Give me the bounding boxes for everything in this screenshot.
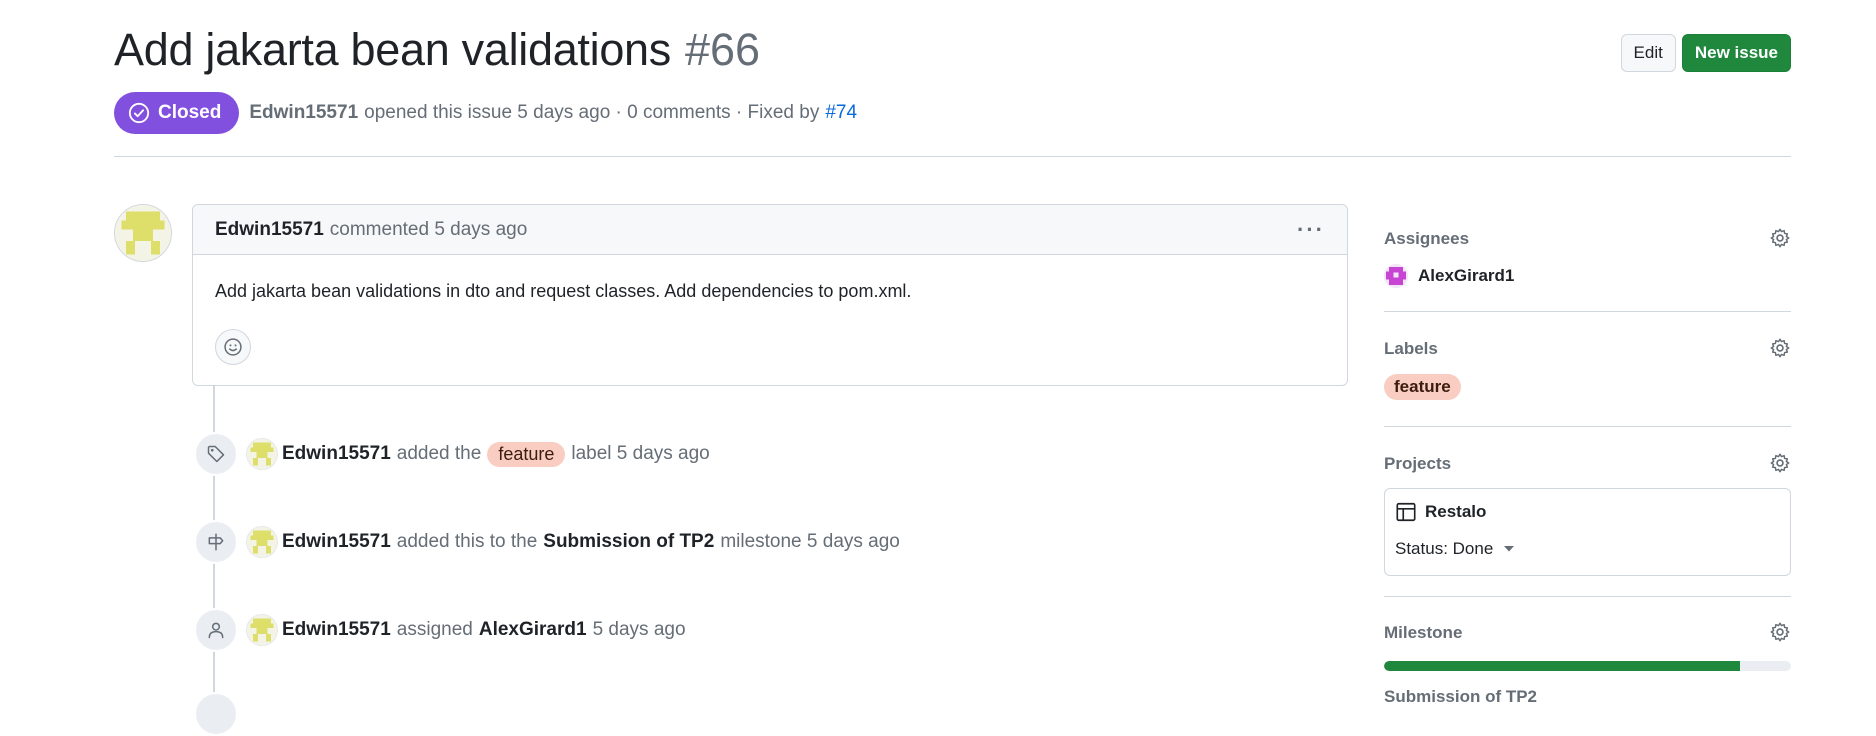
issue-meta: Closed Edwin15571 opened this issue 5 da… <box>114 92 857 134</box>
gear-icon[interactable] <box>1769 337 1791 359</box>
milestone-name-link[interactable]: Submission of TP2 <box>1384 687 1537 707</box>
status-badge: Closed <box>114 92 240 134</box>
event-text: assigned <box>396 619 473 640</box>
issue-number: #66 <box>684 24 761 75</box>
timeline-label-event: Edwin15571 added the feature label 5 day… <box>194 432 710 476</box>
triangle-down-icon <box>1504 546 1515 552</box>
assignee-name: AlexGirard1 <box>1418 266 1515 285</box>
timeline-next-icon <box>194 692 238 736</box>
assignee-item[interactable]: AlexGirard1 <box>1384 264 1514 288</box>
comment-meta[interactable]: commented 5 days ago <box>330 219 528 241</box>
timeline-assign-event: Edwin15571 assigned AlexGirard1 5 days a… <box>194 608 686 652</box>
issue-title-row: Add jakarta bean validations #66 <box>114 24 760 76</box>
event-author-link[interactable]: Edwin15571 <box>282 531 391 553</box>
tag-icon <box>194 432 238 476</box>
issue-sidebar: Assignees AlexGirard1 Labels feature Pro… <box>1384 204 1791 717</box>
header-actions: Edit New issue <box>1620 34 1791 72</box>
event-author-link[interactable]: Edwin15571 <box>282 443 391 465</box>
comment-header: Edwin15571 commented 5 days ago ··· <box>193 205 1347 255</box>
issue-author-link[interactable]: Edwin15571 <box>249 102 358 124</box>
project-link[interactable]: Restalo <box>1395 501 1780 523</box>
avatar <box>1384 264 1408 288</box>
label-feature[interactable]: feature <box>487 441 566 467</box>
project-status-dropdown[interactable]: Status: Done <box>1395 539 1780 559</box>
table-icon <box>1396 502 1416 522</box>
avatar[interactable] <box>114 204 172 262</box>
milestone-progress-fill <box>1384 661 1741 671</box>
event-text: 5 days ago <box>592 619 686 640</box>
sidebar-projects: Projects Restalo Status: Done <box>1384 427 1791 597</box>
avatar[interactable] <box>246 438 278 470</box>
gear-icon[interactable] <box>1769 621 1791 643</box>
gear-icon[interactable] <box>1769 227 1791 249</box>
header-divider <box>114 156 1791 157</box>
add-reaction-button[interactable] <box>215 329 251 365</box>
avatar[interactable] <box>246 526 278 558</box>
projects-title[interactable]: Projects <box>1384 454 1451 474</box>
issue-opened-text: opened this issue 5 days ago · 0 comment… <box>364 102 820 123</box>
event-author-link[interactable]: Edwin15571 <box>282 619 391 641</box>
comment-author-link[interactable]: Edwin15571 <box>215 219 324 241</box>
edit-button[interactable]: Edit <box>1620 34 1676 72</box>
sidebar-labels: Labels feature <box>1384 312 1791 427</box>
check-circle-icon <box>128 102 150 124</box>
milestone-title[interactable]: Milestone <box>1384 623 1462 643</box>
issue-page: Add jakarta bean validations #66 Edit Ne… <box>0 0 1876 736</box>
event-text: label 5 days ago <box>571 443 710 464</box>
assignee-link[interactable]: AlexGirard1 <box>479 619 587 641</box>
label-feature[interactable]: feature <box>1384 374 1461 400</box>
labels-title[interactable]: Labels <box>1384 339 1438 359</box>
smiley-icon <box>224 338 242 356</box>
event-text: added this to the <box>396 531 538 552</box>
person-icon <box>194 608 238 652</box>
milestone-progress-bar <box>1384 661 1791 671</box>
milestone-icon <box>194 520 238 564</box>
timeline-milestone-event: Edwin15571 added this to the Submission … <box>194 520 900 564</box>
gear-icon[interactable] <box>1769 452 1791 474</box>
fixed-by-link[interactable]: #74 <box>825 102 857 124</box>
identicon-icon <box>115 205 171 261</box>
project-name: Restalo <box>1425 502 1487 521</box>
event-text: milestone 5 days ago <box>720 531 900 552</box>
event-text: added the <box>396 443 482 464</box>
more-options-icon[interactable]: ··· <box>1297 217 1325 243</box>
new-issue-button[interactable]: New issue <box>1681 34 1791 72</box>
comment-body: Add jakarta bean validations in dto and … <box>215 281 912 301</box>
project-card: Restalo Status: Done <box>1384 488 1791 576</box>
milestone-link[interactable]: Submission of TP2 <box>543 531 714 553</box>
status-label: Closed <box>158 102 222 123</box>
assignees-title[interactable]: Assignees <box>1384 229 1469 249</box>
avatar[interactable] <box>246 614 278 646</box>
sidebar-assignees: Assignees AlexGirard1 <box>1384 204 1791 312</box>
issue-title: Add jakarta bean validations <box>114 24 671 75</box>
issue-comment: Edwin15571 commented 5 days ago ··· Add … <box>192 204 1348 386</box>
project-status: Status: Done <box>1395 539 1494 558</box>
sidebar-milestone: Milestone Submission of TP2 <box>1384 597 1791 717</box>
